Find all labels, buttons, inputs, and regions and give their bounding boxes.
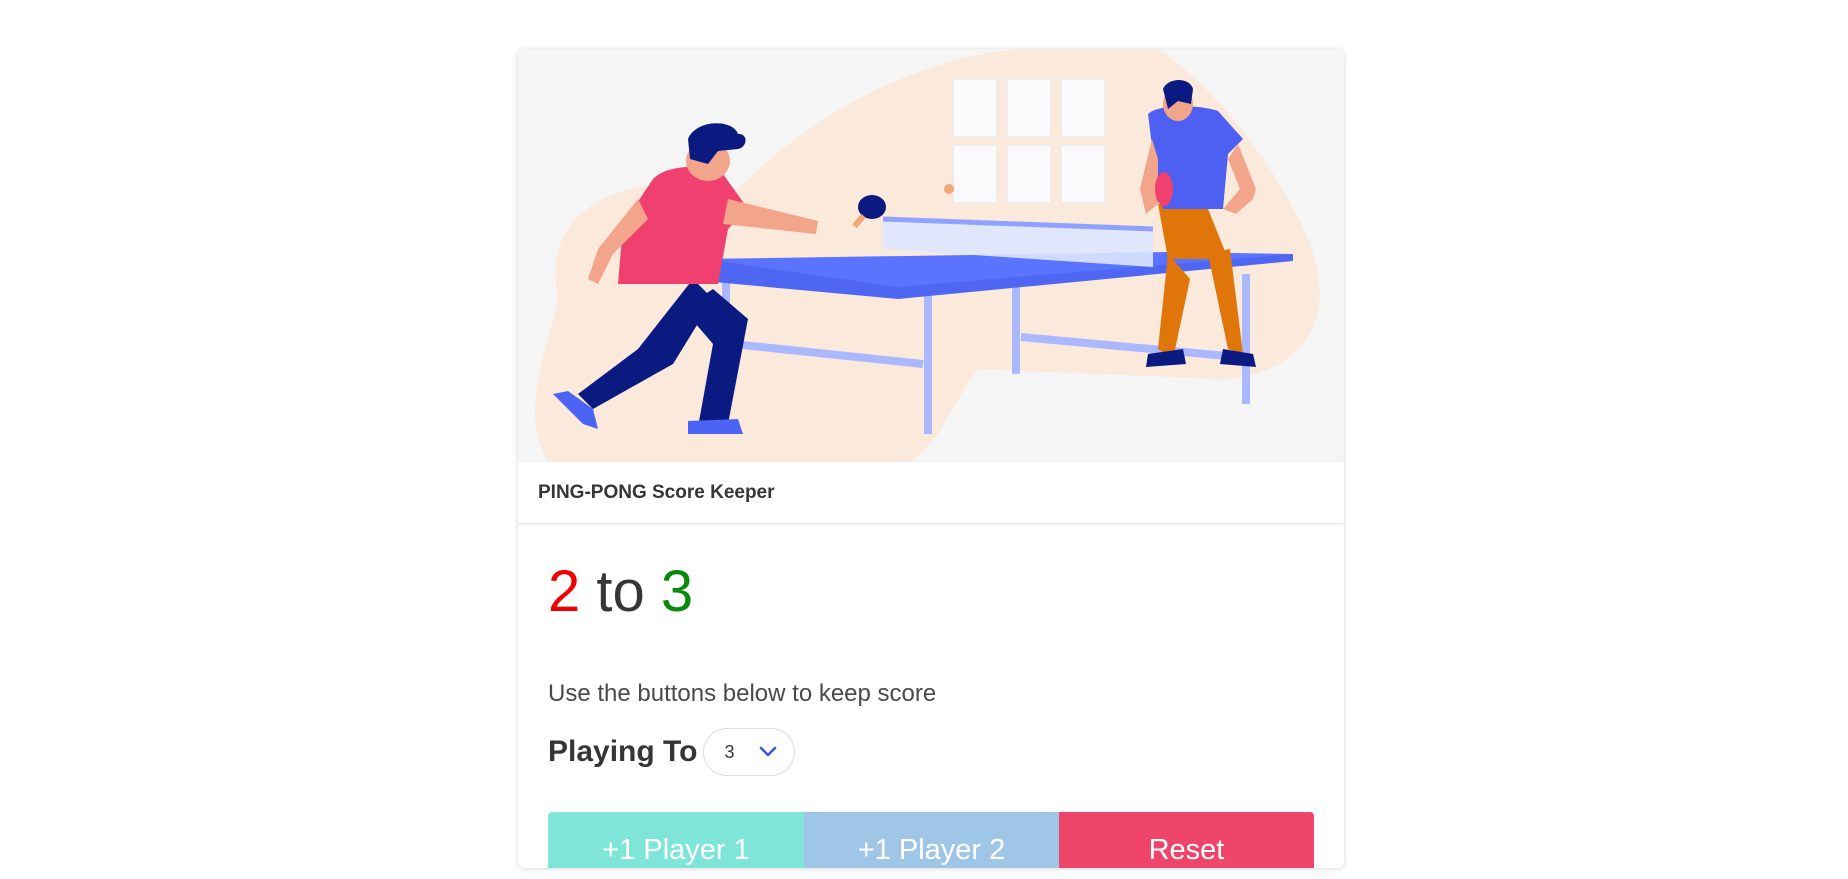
- playing-to-label: Playing To: [548, 735, 698, 768]
- playing-to-value: 3: [724, 742, 735, 762]
- reset-button[interactable]: Reset: [1059, 812, 1314, 868]
- score-keeper-card: PING-PONG Score Keeper 2 to 3 Use the bu…: [518, 49, 1344, 868]
- player1-score: 2: [548, 559, 581, 624]
- playing-to-row: Playing To 3: [548, 728, 796, 776]
- ping-pong-illustration: [518, 49, 1344, 462]
- instructions-text: Use the buttons below to keep score: [548, 680, 937, 707]
- button-group: +1 Player 1 +1 Player 2 Reset: [548, 812, 1314, 868]
- add-point-player2-button[interactable]: +1 Player 2: [804, 812, 1059, 868]
- playing-to-select[interactable]: 3: [703, 728, 796, 776]
- score-separator: to: [596, 559, 645, 624]
- card-header: PING-PONG Score Keeper: [518, 462, 1344, 524]
- score-display: 2 to 3: [548, 563, 693, 621]
- add-point-player1-button[interactable]: +1 Player 1: [548, 812, 804, 868]
- player2-score: 3: [660, 559, 694, 624]
- card-title: PING-PONG Score Keeper: [538, 482, 775, 503]
- chevron-down-icon: [760, 746, 777, 757]
